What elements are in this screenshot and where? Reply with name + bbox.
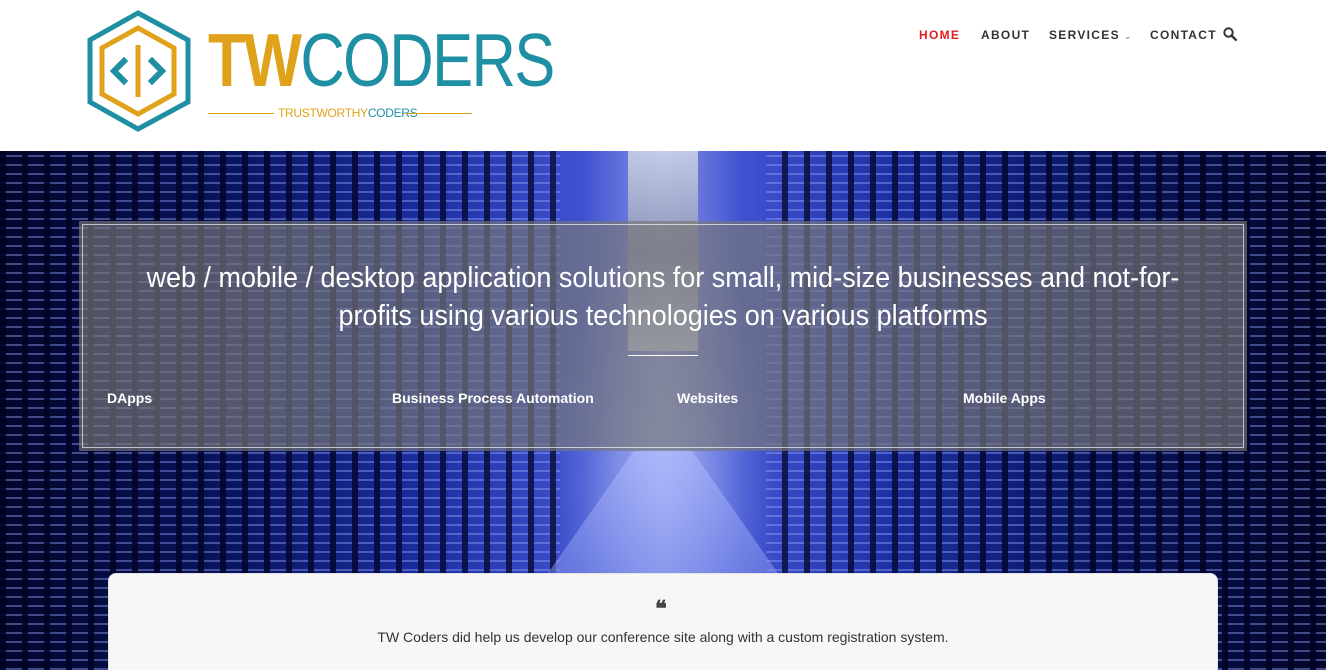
tagline-rule-right [406, 113, 472, 114]
chevron-down-icon: ⌄ [1123, 31, 1133, 41]
logo-wordmark: TWCODERS [208, 23, 555, 98]
service-business-process-automation[interactable]: Business Process Automation [392, 389, 594, 407]
hero-headline: web / mobile / desktop application solut… [146, 262, 1180, 332]
logo-hexagon-icon [87, 10, 191, 132]
nav-about[interactable]: ABOUT [981, 27, 1030, 43]
logo[interactable]: TWCODERS TRUSTWORTHYCODERS [86, 9, 555, 133]
hero-panel-border [82, 224, 1244, 448]
logo-coders: CODERS [300, 18, 555, 102]
service-dapps[interactable]: DApps [107, 389, 152, 407]
service-websites[interactable]: Websites [677, 389, 738, 407]
nav-home[interactable]: HOME [919, 27, 960, 43]
logo-tagline: TRUSTWORTHYCODERS [208, 105, 472, 121]
nav-contact[interactable]: CONTACT [1150, 27, 1217, 43]
testimonial-card: ❝ TW Coders did help us develop our conf… [108, 573, 1218, 670]
logo-tw: TW [208, 18, 302, 102]
tagline-trustworthy: TRUSTWORTHY [278, 106, 368, 120]
site-header: TWCODERS TRUSTWORTHYCODERS HOME ABOUT SE… [0, 0, 1326, 151]
tagline-rule-left [208, 113, 274, 114]
search-icon[interactable] [1223, 27, 1239, 43]
service-mobile-apps[interactable]: Mobile Apps [963, 389, 1046, 407]
nav-services[interactable]: SERVICES ⌄ [1049, 27, 1133, 44]
tagline-text: TRUSTWORTHYCODERS [278, 105, 418, 121]
hero-panel: web / mobile / desktop application solut… [79, 221, 1247, 451]
nav-services-label: SERVICES [1049, 28, 1120, 42]
quote-icon: ❝ [655, 596, 667, 622]
hero-divider [628, 355, 698, 356]
testimonial-text: TW Coders did help us develop our confer… [377, 629, 949, 645]
